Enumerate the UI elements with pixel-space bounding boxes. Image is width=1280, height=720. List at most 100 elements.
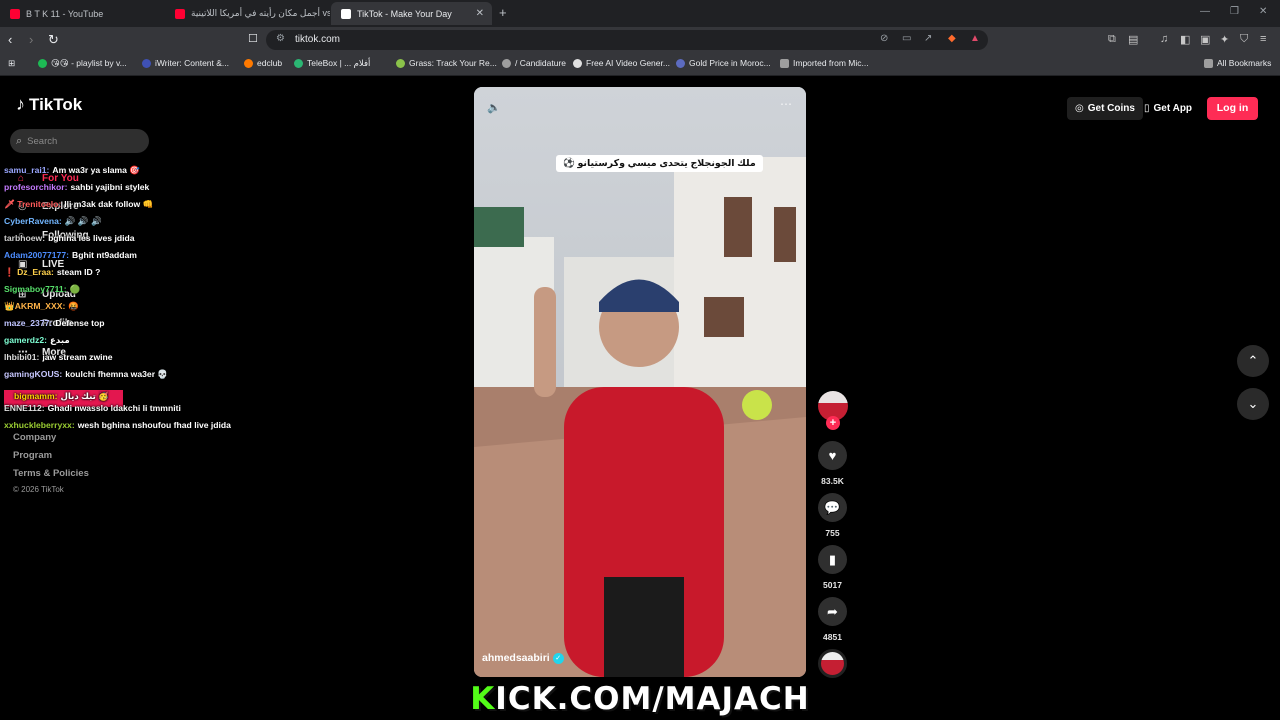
chat-username[interactable]: lhbibi01: <box>4 352 39 362</box>
bookmark-item[interactable]: 😘😘 - playlist by v... <box>38 58 127 69</box>
back-icon[interactable]: ‹ <box>8 32 12 47</box>
chat-username[interactable]: profesorchikor: <box>4 182 68 192</box>
chat-text: sahbi yajibni stylek <box>70 182 150 192</box>
media-icon[interactable]: ♫ <box>1160 33 1168 45</box>
chat-message: Sigmaboy7711: 🟢 <box>4 284 254 301</box>
chat-username[interactable]: xxhuckleberryxx: <box>4 420 75 430</box>
heart-icon: ♥ <box>828 448 837 463</box>
address-bar[interactable]: ⚙ tiktok.com ⊘ ▭ ↗ ◆ ▲ <box>266 30 988 50</box>
all-bookmarks-folder[interactable]: All Bookmarks <box>1204 58 1271 68</box>
new-tab-icon[interactable]: + <box>499 5 507 20</box>
save-count: 5017 <box>823 580 842 590</box>
share-icon[interactable]: ↗ <box>924 33 932 44</box>
bookmark-folder[interactable]: Imported from Mic... <box>780 58 869 68</box>
next-video-button[interactable]: ⌄ <box>1237 388 1269 420</box>
spotify-icon <box>38 59 47 68</box>
chat-text: تبك ديال 🥳 <box>60 391 109 401</box>
chat-username[interactable]: bigmamm: <box>14 391 57 401</box>
chat-text: steam ID ? <box>56 267 101 277</box>
reading-list-icon[interactable]: ▤ <box>1128 33 1138 46</box>
chat-text: bghina les lives jdida <box>48 233 135 243</box>
video-author[interactable]: ahmedsaabiri ✓ <box>482 652 564 664</box>
cast-icon[interactable]: ▭ <box>902 33 911 44</box>
get-app-button[interactable]: ▯ Get App <box>1136 97 1200 120</box>
bookmark-item[interactable]: Free AI Video Gener... <box>573 58 670 68</box>
chat-username[interactable]: gamingKOUS: <box>4 369 62 379</box>
follow-plus-icon[interactable]: + <box>826 416 840 430</box>
chat-username[interactable]: CyberRavena: <box>4 216 62 226</box>
save-button[interactable]: ▮ <box>818 545 847 574</box>
apps-grid-icon[interactable]: ⊞ <box>8 58 15 69</box>
comment-icon: 💬 <box>824 500 841 515</box>
brave-shield-icon[interactable]: ◆ <box>948 33 956 44</box>
minimize-icon[interactable]: — <box>1200 6 1210 17</box>
brave-rewards-icon[interactable]: ▲ <box>970 33 980 44</box>
bookmark-item[interactable]: Grass: Track Your Re... <box>396 58 497 68</box>
tiktok-favicon-icon <box>341 8 351 19</box>
forward-icon[interactable]: › <box>29 32 33 47</box>
chat-text: Ghadi nwasslo ldakchi li tmmniti <box>47 403 181 413</box>
chat-username[interactable]: gamerdz2: <box>4 335 47 345</box>
close-tab-icon[interactable]: ✕ <box>476 8 484 19</box>
chat-username[interactable]: samu_rai1: <box>4 165 49 175</box>
gold-price-icon <box>676 58 685 68</box>
chat-message: lhbibi01: jaw stream zwine <box>4 352 254 369</box>
edclub-icon <box>244 58 253 68</box>
bookmark-item[interactable]: iWriter: Content &... <box>142 58 229 68</box>
chat-username[interactable]: 👑AKRM_XXX: <box>4 301 65 311</box>
chat-username[interactable]: 🗡 Trenitoelo: <box>4 199 61 209</box>
bookmarks-bar: ⊞ 😘😘 - playlist by v... iWriter: Content… <box>0 53 1280 76</box>
tiktok-page: ♪ TikTok ⌕ Search ⌂ For You ◎ Explore ○ Fol… <box>0 77 1280 720</box>
bookmark-icon[interactable]: ☐ <box>248 32 258 45</box>
get-coins-button[interactable]: ◎ Get Coins <box>1067 97 1143 120</box>
video-player[interactable]: 🔈 ⋯ ملك الجونجلاج يتحدى ميسي وكرستيانو ⚽… <box>474 87 806 677</box>
site-info-icon[interactable]: ⚙ <box>276 33 285 44</box>
chat-message: gamerdz2: مبدع <box>4 335 254 352</box>
login-button[interactable]: Log in <box>1207 97 1258 120</box>
chat-text: Defense top <box>55 318 105 328</box>
leo-ai-icon[interactable]: ✦ <box>1220 33 1229 46</box>
bookmark-item[interactable]: TeleBox | ... أفلام <box>294 58 370 69</box>
close-window-icon[interactable]: ✕ <box>1259 6 1267 17</box>
browser-toolbar: ‹ › ↻ ☐ ⚙ tiktok.com ⊘ ▭ ↗ ◆ ▲ ⧉ ▤ ♫ ◧ ▣… <box>0 27 1280 53</box>
menu-icon[interactable]: ≡ <box>1260 33 1266 45</box>
search-input[interactable]: ⌕ Search <box>10 129 149 153</box>
tab-title: أجمل مكان رأيته في أمريكا اللاتينية vs .… <box>191 8 330 18</box>
bookmark-item[interactable]: / Candidature <box>502 58 566 68</box>
tab-title: TikTok - Make Your Day <box>357 8 452 19</box>
tab-title: B T K 11 - YouTube <box>26 8 104 19</box>
chat-username[interactable]: tarbhoew: <box>4 233 45 243</box>
bookmark-item[interactable]: edclub <box>244 58 282 68</box>
tiktok-logo[interactable]: ♪ TikTok <box>16 94 82 115</box>
footer-program-link[interactable]: Program <box>13 450 52 461</box>
footer-terms-link[interactable]: Terms & Policies <box>13 468 89 479</box>
tab-youtube-btk[interactable]: B T K 11 - YouTube <box>0 2 165 25</box>
extensions-icon[interactable]: ⧉ <box>1108 33 1116 46</box>
chat-username[interactable]: Adam20077177: <box>4 250 69 260</box>
like-button[interactable]: ♥ <box>818 441 847 470</box>
chat-message: xxhuckleberryxx: wesh bghina nshoufou fha… <box>4 420 254 437</box>
reload-icon[interactable]: ↻ <box>48 32 59 48</box>
more-options-icon[interactable]: ⋯ <box>780 97 792 111</box>
chat-username[interactable]: maze_2377: <box>4 318 52 328</box>
share-button[interactable]: ➦ <box>818 597 847 626</box>
volume-icon[interactable]: 🔈 <box>487 101 501 114</box>
sidebar-toggle-icon[interactable]: ◧ <box>1180 33 1190 46</box>
chat-username[interactable]: ❗ Dz_Eraa: <box>4 267 54 277</box>
tab-tiktok[interactable]: TikTok - Make Your Day ✕ <box>331 2 492 25</box>
music-disc[interactable] <box>818 649 847 678</box>
tab-youtube-video[interactable]: أجمل مكان رأيته في أمريكا اللاتينية vs .… <box>165 2 330 25</box>
maximize-icon[interactable]: ❐ <box>1230 6 1239 17</box>
vpn-icon[interactable]: ⛉ <box>1240 33 1248 46</box>
no-tracking-icon[interactable]: ⊘ <box>880 33 888 44</box>
chat-username[interactable]: Sigmaboy7711: <box>4 284 67 294</box>
wallet-icon[interactable]: ▣ <box>1200 33 1210 46</box>
chat-message: 👑AKRM_XXX: 🤬 <box>4 301 254 318</box>
bookmark-item[interactable]: Gold Price in Moroc... <box>676 58 771 68</box>
chat-message: 🗡 Trenitoelo: lli m3ak dak follow 👊 <box>4 199 254 216</box>
chat-username[interactable]: ENNE112: <box>4 403 45 413</box>
comment-button[interactable]: 💬 <box>818 493 847 522</box>
url-text: tiktok.com <box>295 34 341 45</box>
previous-video-button[interactable]: ⌃ <box>1237 345 1269 377</box>
comment-count: 755 <box>825 528 840 538</box>
